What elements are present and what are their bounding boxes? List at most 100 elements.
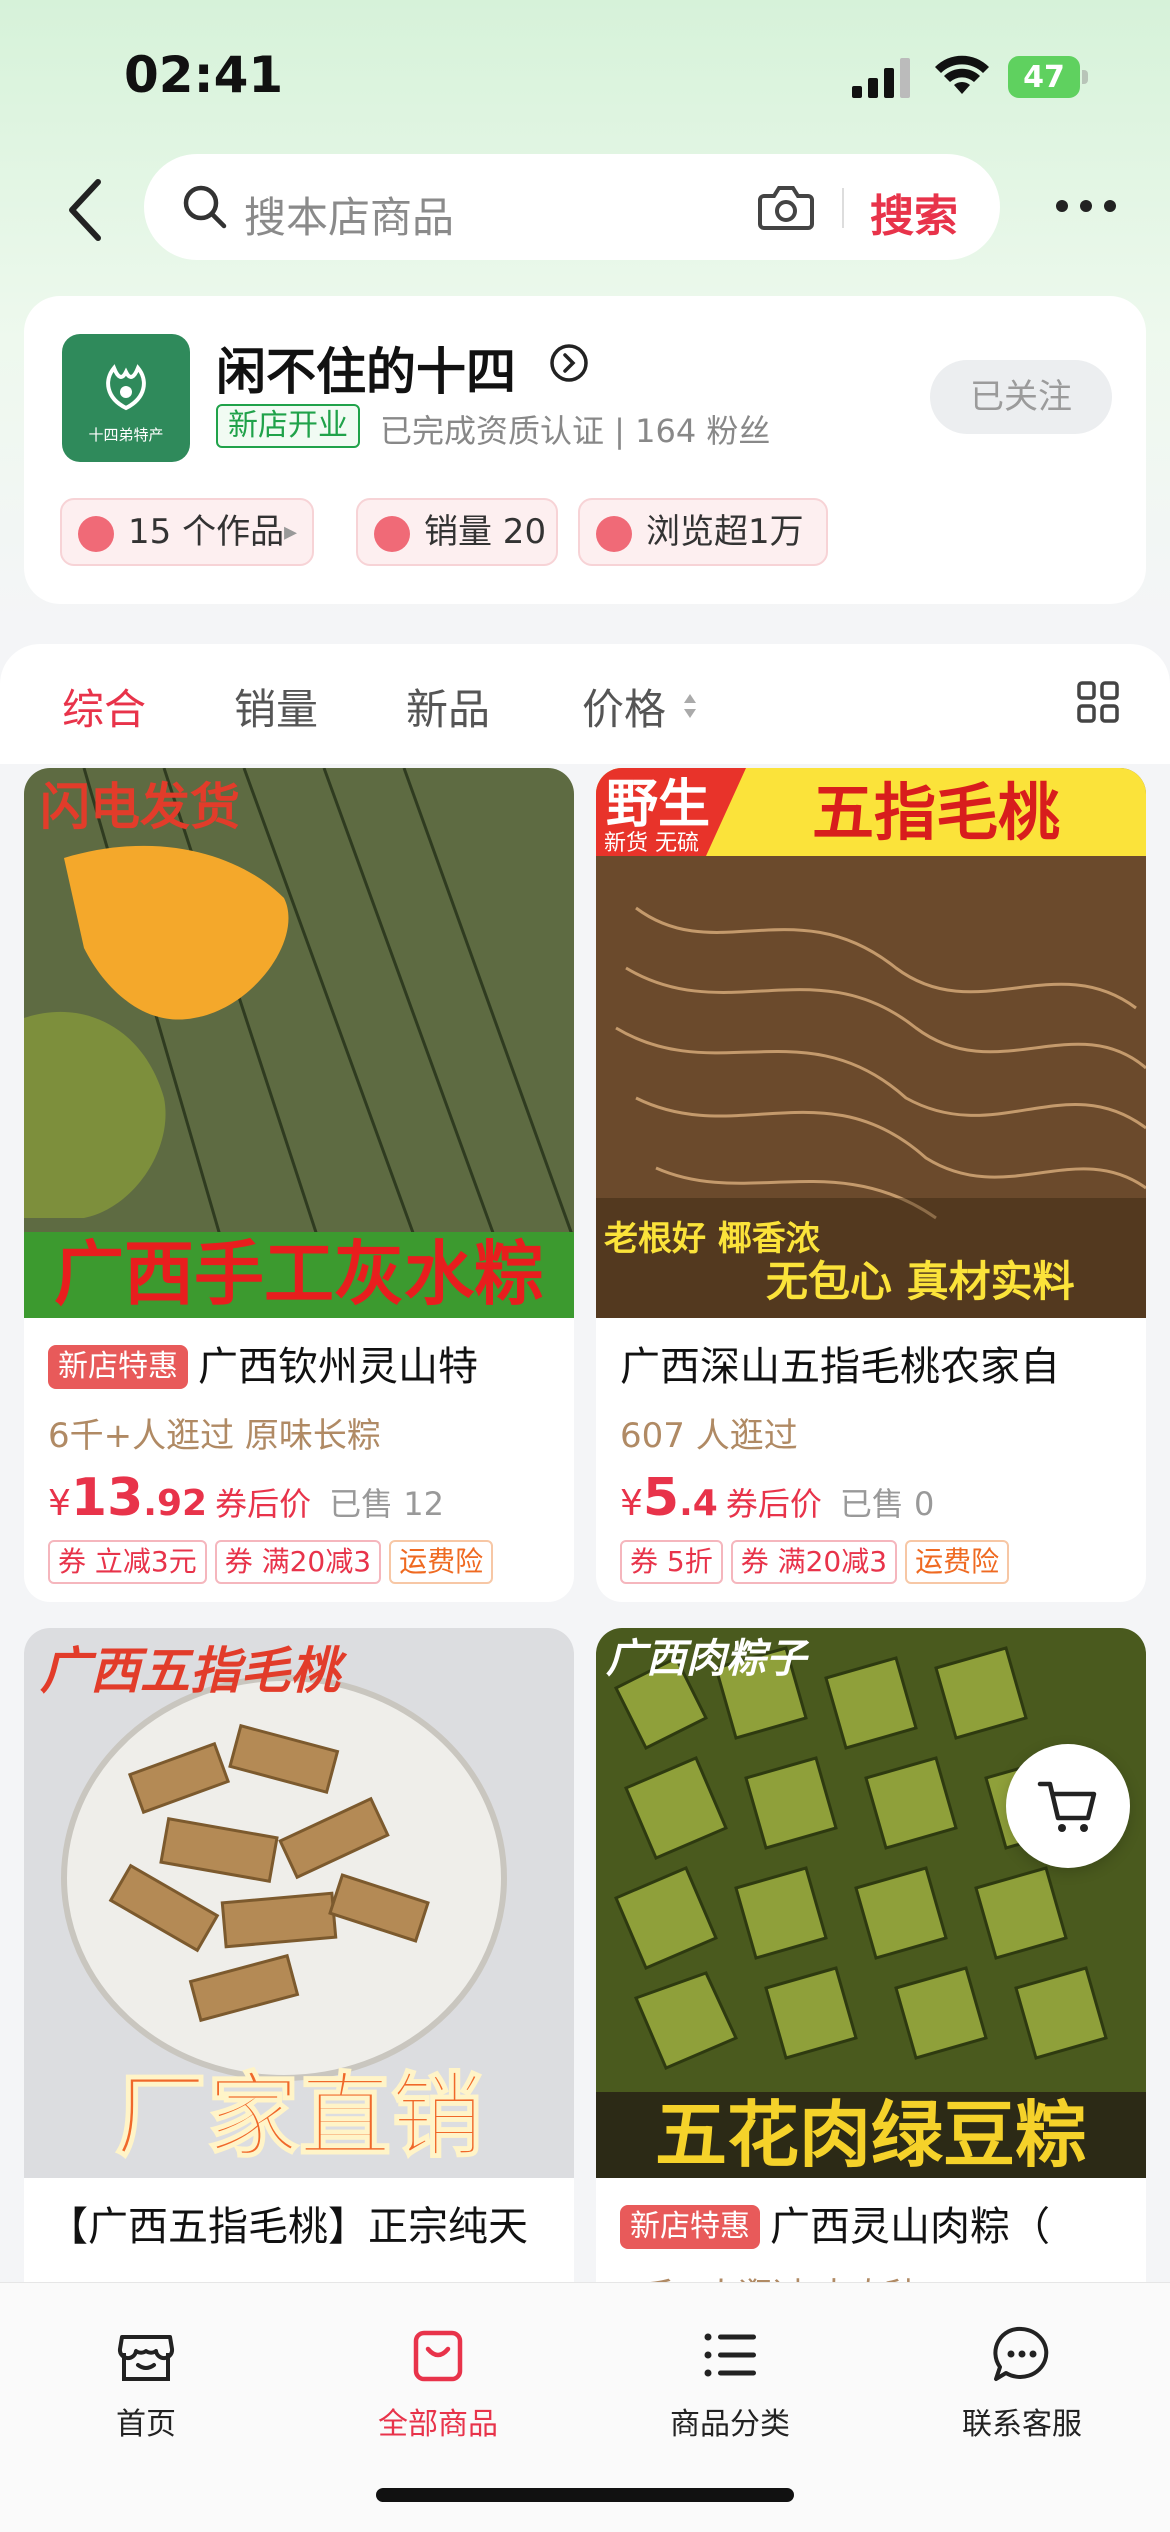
- chevron-right-circle-icon[interactable]: [548, 342, 590, 384]
- search-divider: [842, 188, 844, 228]
- product-card[interactable]: 闪电发货 广西手工灰水粽 新店特惠 广西钦州灵山特 6千+人逛过 原味长粽 ¥13…: [24, 768, 574, 1602]
- coupon: 券 满20减3: [214, 1540, 382, 1584]
- tab-categories[interactable]: 商品分类: [630, 2323, 830, 2463]
- leaf-icon: [106, 364, 146, 411]
- price-symbol: ¥: [48, 1483, 71, 1524]
- coupon: 券 满20减3: [730, 1540, 898, 1584]
- status-bar: 02:41 47: [0, 0, 1170, 150]
- promo-tag: 新店特惠: [48, 1345, 188, 1389]
- product-image: 闪电发货 广西手工灰水粽: [24, 768, 574, 1318]
- chip-works[interactable]: 15 个作品 ▸: [60, 498, 314, 566]
- store-icon: [117, 2335, 175, 2381]
- tab-customer-service-label: 联系客服: [962, 2407, 1082, 2442]
- price-note: 券后价: [725, 1485, 822, 1523]
- image-bottom-right-text: 无包心 真材实料: [766, 1257, 1075, 1306]
- image-wild-text: 野生: [606, 775, 710, 835]
- store-logo[interactable]: 十四弟特产: [62, 334, 190, 462]
- home-indicator: [376, 2488, 794, 2502]
- price-int: 5: [642, 1468, 680, 1528]
- tab-home-label: 首页: [116, 2407, 176, 2442]
- product-image: 野生 新货 无硫 五指毛桃 老根好 椰香浓 无包心 真材实料: [596, 768, 1146, 1318]
- chip-arrow-icon: ▸: [284, 517, 298, 547]
- search-bar[interactable]: 搜本店商品 搜索: [144, 154, 1000, 260]
- image-top-text: 广西五指毛桃: [40, 1642, 348, 1700]
- product-title-row: 新店特惠 广西灵山肉粽（: [620, 2194, 1050, 2252]
- sold-count: 已售 0: [839, 1485, 935, 1523]
- back-chevron-icon[interactable]: [50, 170, 120, 250]
- sort-tab-default[interactable]: 综合: [62, 676, 146, 737]
- product-card[interactable]: 广西五指毛桃 厂家直销 【广西五指毛桃】正宗纯天: [24, 1628, 574, 2308]
- product-title: 广西灵山肉粽（: [770, 2204, 1050, 2250]
- tab-all-products[interactable]: 全部商品: [338, 2323, 538, 2463]
- price-symbol: ¥: [620, 1483, 643, 1524]
- follow-button[interactable]: 已关注: [930, 360, 1112, 434]
- new-store-badge: 新店开业: [216, 404, 360, 448]
- sort-tab-price[interactable]: 价格: [582, 676, 666, 737]
- product-sub: 607 人逛过: [620, 1416, 798, 1456]
- eye-icon: [596, 516, 632, 552]
- store-info-card: 十四弟特产 闲不住的十四 新店开业 已完成资质认证 | 164 粉丝 已关注 1…: [24, 296, 1146, 604]
- sort-arrows-icon: [684, 694, 696, 718]
- more-options-icon[interactable]: [1046, 176, 1126, 236]
- sort-tab-sales[interactable]: 销量: [234, 676, 318, 737]
- store-name[interactable]: 闲不住的十四: [216, 332, 516, 404]
- sort-bar: 综合 销量 新品 价格: [0, 644, 1170, 764]
- store-logo-text: 十四弟特产: [88, 426, 164, 444]
- play-icon: [78, 516, 114, 552]
- sort-tab-new[interactable]: 新品: [406, 676, 490, 737]
- search-icon: [183, 185, 227, 229]
- price-int: 13: [70, 1468, 144, 1528]
- grid-view-icon[interactable]: [1076, 680, 1120, 724]
- image-bottom-left-text: 老根好 椰香浓: [604, 1219, 821, 1259]
- coupon-list: 券 立减3元券 满20减3 运费险: [48, 1540, 501, 1586]
- signal-icon: [852, 58, 910, 98]
- product-image: 广西肉粽子 五花肉绿豆粽: [596, 1628, 1146, 2178]
- product-image: 广西五指毛桃 厂家直销: [24, 1628, 574, 2178]
- product-card[interactable]: 野生 新货 无硫 五指毛桃 老根好 椰香浓 无包心 真材实料 广西深山五指毛桃农…: [596, 768, 1146, 1602]
- price-row: ¥13.92 券后价 已售 12: [48, 1468, 444, 1528]
- wifi-icon: [935, 55, 989, 94]
- chip-views: 浏览超1万: [578, 498, 828, 566]
- camera-icon[interactable]: [758, 182, 814, 232]
- product-sub: 6千+人逛过 原味长粽: [48, 1416, 381, 1456]
- image-banner-text: 五花肉绿豆粽: [655, 2093, 1087, 2177]
- coupon: 券 立减3元: [48, 1540, 207, 1584]
- cart-icon: [1037, 1781, 1097, 1832]
- product-card[interactable]: 广西肉粽子 五花肉绿豆粽 新店特惠广西灵山肉粽（ 1千+人逛过 大肉种: [596, 1628, 1146, 2308]
- image-wild-sub-text: 新货 无硫: [604, 831, 699, 856]
- product-title: 广西钦州灵山特: [198, 1344, 478, 1390]
- status-time: 02:41: [124, 46, 284, 104]
- product-title-row: 【广西五指毛桃】正宗纯天: [48, 2194, 528, 2252]
- tab-categories-label: 商品分类: [670, 2407, 790, 2442]
- cart-button[interactable]: [1006, 1744, 1130, 1868]
- coupon: 运费险: [905, 1540, 1010, 1584]
- coupon: 运费险: [389, 1540, 494, 1584]
- chat-icon: [993, 2326, 1049, 2381]
- store-meta: 已完成资质认证 | 164 粉丝: [380, 412, 771, 450]
- product-title: 【广西五指毛桃】正宗纯天: [48, 2204, 528, 2250]
- list-icon: [704, 2333, 756, 2377]
- battery-level: 47: [1023, 60, 1065, 95]
- image-top-text: 闪电发货: [40, 778, 240, 836]
- search-input[interactable]: 搜本店商品: [244, 184, 454, 245]
- price-dec: .92: [143, 1483, 208, 1524]
- product-title: 广西深山五指毛桃农家自: [620, 1344, 1060, 1390]
- battery-icon: 47: [1008, 56, 1088, 98]
- promo-tag: 新店特惠: [620, 2205, 760, 2249]
- tab-all-products-label: 全部商品: [378, 2407, 498, 2442]
- price-row: ¥5.4 券后价 已售 0: [620, 1468, 934, 1528]
- search-button[interactable]: 搜索: [870, 180, 958, 244]
- price-note: 券后价: [215, 1485, 312, 1523]
- coupon: 券 5折: [620, 1540, 723, 1584]
- image-banner-text: 广西手工灰水粽: [54, 1233, 544, 1315]
- bag-icon: [413, 2330, 463, 2382]
- tab-customer-service[interactable]: 联系客服: [922, 2323, 1122, 2463]
- product-title-row: 广西深山五指毛桃农家自: [620, 1334, 1060, 1392]
- image-title-text: 五指毛桃: [812, 776, 1060, 849]
- image-top-text: 广西肉粽子: [606, 1636, 810, 1682]
- chip-sales: 销量 20: [356, 498, 558, 566]
- price-dec: .4: [679, 1483, 718, 1524]
- image-banner-text: 厂家直销: [115, 2063, 483, 2170]
- sold-count: 已售 12: [329, 1485, 444, 1523]
- tab-home[interactable]: 首页: [46, 2323, 246, 2463]
